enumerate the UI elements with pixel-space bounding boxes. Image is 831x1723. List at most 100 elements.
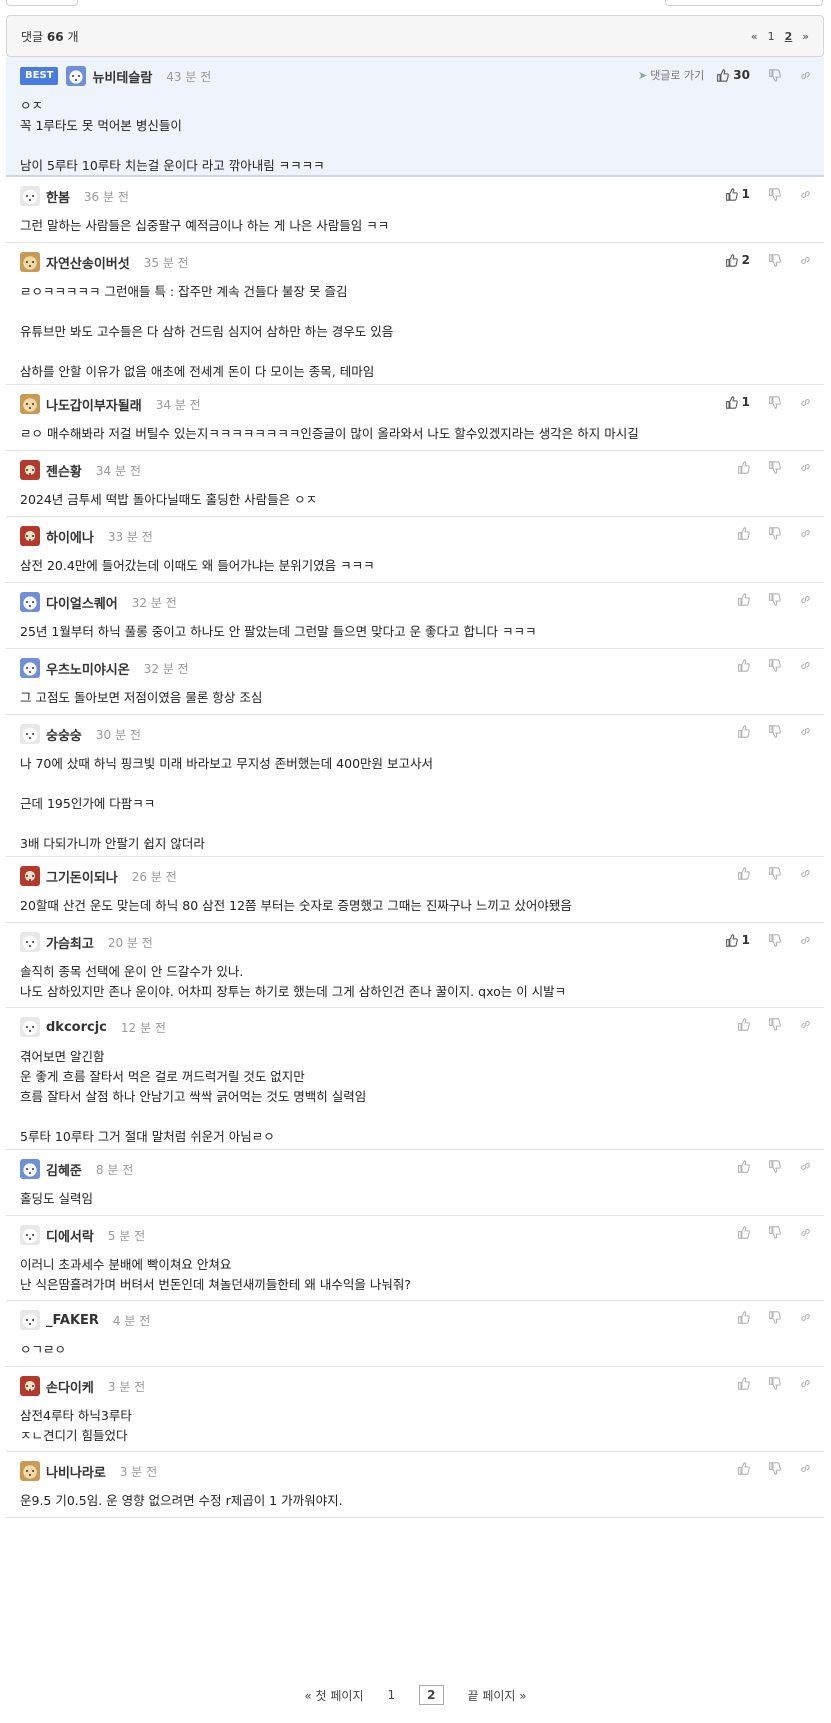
permalink-button[interactable]: [799, 69, 812, 82]
avatar[interactable]: [20, 1017, 40, 1037]
dislike-button[interactable]: [768, 659, 781, 672]
comment-list: BEST 뉴비테슬람 43 분 전 ➤ 댓글로 가기 30 ㅇㅈ 꼭 1루타도 못…: [6, 57, 824, 1518]
dislike-button[interactable]: [768, 593, 781, 606]
permalink-button[interactable]: [799, 725, 812, 738]
dislike-button[interactable]: [768, 1226, 781, 1239]
comment-nickname[interactable]: 김혜준: [46, 1160, 82, 1179]
avatar[interactable]: [20, 1225, 40, 1245]
comment-nickname[interactable]: 디에서락: [46, 1226, 94, 1245]
permalink-button[interactable]: [799, 461, 812, 474]
like-button[interactable]: [737, 593, 750, 606]
dislike-button[interactable]: [768, 253, 781, 267]
comment-nickname[interactable]: 나도갑이부자될래: [46, 395, 142, 414]
permalink-button[interactable]: [799, 1462, 812, 1475]
like-button[interactable]: [737, 1160, 750, 1173]
avatar[interactable]: [20, 1310, 40, 1330]
like-button[interactable]: [737, 461, 750, 474]
permalink-button[interactable]: [799, 593, 812, 606]
permalink-button[interactable]: [799, 1311, 812, 1324]
avatar[interactable]: [20, 592, 40, 612]
permalink-button[interactable]: [799, 1018, 812, 1031]
permalink-button[interactable]: [799, 527, 812, 540]
avatar[interactable]: [20, 460, 40, 480]
permalink-button[interactable]: [799, 867, 812, 880]
comment-nickname[interactable]: dkcorcjc: [46, 1020, 107, 1035]
comment-nickname[interactable]: 뉴비테슬람: [92, 67, 152, 86]
comment-nickname[interactable]: 손다이케: [46, 1377, 94, 1396]
comment-nickname[interactable]: 한봄: [46, 187, 70, 206]
comment-nickname[interactable]: 우츠노미야시온: [46, 659, 130, 678]
avatar[interactable]: [20, 724, 40, 744]
last-page-link[interactable]: 끝 페이지 »: [468, 1687, 527, 1704]
like-button[interactable]: [737, 867, 750, 880]
comment-nickname[interactable]: 다이얼스퀘어: [46, 593, 118, 612]
avatar[interactable]: [20, 658, 40, 678]
pager-page-1[interactable]: 1: [768, 30, 775, 43]
pager-next[interactable]: »: [802, 30, 809, 43]
dislike-button[interactable]: [768, 1311, 781, 1324]
pager-page-2[interactable]: 2: [785, 30, 793, 43]
comment-body: 25년 1월부터 하닉 풀롱 중이고 하나도 안 팔았는데 그런말 들으면 맞다…: [20, 624, 537, 639]
first-page-link[interactable]: « 첫 페이지: [304, 1687, 363, 1704]
permalink-button[interactable]: [799, 1377, 812, 1390]
dislike-button[interactable]: [768, 187, 781, 201]
comment-nickname[interactable]: 젠슨황: [46, 461, 82, 480]
avatar[interactable]: [20, 526, 40, 546]
permalink-button[interactable]: [799, 934, 812, 947]
comment-nickname[interactable]: 가슴최고: [46, 933, 94, 952]
top-button-stub[interactable]: [6, 0, 78, 6]
avatar[interactable]: [20, 394, 40, 414]
like-button[interactable]: 2: [725, 253, 750, 267]
avatar[interactable]: [20, 1376, 40, 1396]
comment-nickname[interactable]: 그기돈이되나: [46, 867, 118, 886]
dislike-button[interactable]: [768, 933, 781, 947]
dislike-button[interactable]: [768, 1018, 781, 1031]
avatar[interactable]: [20, 1159, 40, 1179]
comment-nickname[interactable]: 자연산송이버섯: [46, 253, 130, 272]
comment-nickname[interactable]: 나비나라로: [46, 1462, 106, 1481]
permalink-button[interactable]: [799, 254, 812, 267]
dislike-button[interactable]: [768, 725, 781, 738]
avatar[interactable]: [20, 932, 40, 952]
bottom-page-1[interactable]: 1: [388, 1688, 396, 1702]
bottom-page-2-current[interactable]: 2: [419, 1685, 444, 1705]
like-button[interactable]: 1: [725, 187, 750, 201]
like-button[interactable]: [737, 1462, 750, 1475]
comment-nickname[interactable]: 하이에나: [46, 527, 94, 546]
dislike-button[interactable]: [768, 867, 781, 880]
go-to-reply-link[interactable]: ➤ 댓글로 가기: [638, 67, 704, 83]
dislike-button[interactable]: [768, 1462, 781, 1475]
like-button[interactable]: 30: [716, 68, 750, 82]
dislike-button[interactable]: [768, 461, 781, 474]
like-button[interactable]: [737, 1311, 750, 1324]
dislike-button[interactable]: [768, 527, 781, 540]
avatar[interactable]: [20, 866, 40, 886]
avatar[interactable]: [66, 66, 87, 86]
permalink-button[interactable]: [799, 188, 812, 201]
dislike-button[interactable]: [768, 1377, 781, 1390]
like-button[interactable]: [737, 1018, 750, 1031]
permalink-button[interactable]: [799, 396, 812, 409]
like-button[interactable]: 1: [725, 395, 750, 409]
avatar[interactable]: [20, 1461, 40, 1481]
like-button[interactable]: [737, 659, 750, 672]
permalink-button[interactable]: [799, 1226, 812, 1239]
like-button[interactable]: [737, 527, 750, 540]
top-select-stub[interactable]: [665, 0, 823, 6]
dislike-button[interactable]: [768, 68, 781, 82]
dislike-button[interactable]: [768, 395, 781, 409]
like-button[interactable]: [737, 725, 750, 738]
like-button[interactable]: [737, 1226, 750, 1239]
avatar[interactable]: [20, 252, 40, 272]
permalink-button[interactable]: [799, 1160, 812, 1173]
like-button[interactable]: [737, 1377, 750, 1390]
like-button[interactable]: 1: [725, 933, 750, 947]
comment-nickname[interactable]: 숭숭숭: [46, 725, 82, 744]
thumbs-down-icon: [769, 1377, 781, 1390]
comment-nickname[interactable]: _FAKER: [46, 1313, 99, 1328]
comment-actions: 1: [725, 187, 812, 201]
dislike-button[interactable]: [768, 1160, 781, 1173]
permalink-button[interactable]: [799, 659, 812, 672]
avatar[interactable]: [20, 186, 40, 206]
pager-prev[interactable]: «: [751, 30, 758, 43]
